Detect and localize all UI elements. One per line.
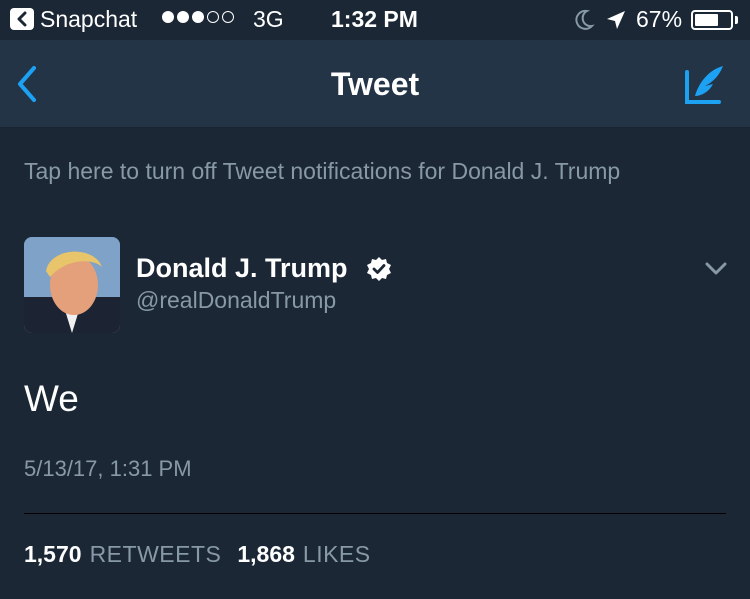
back-to-app-icon[interactable] <box>10 8 34 30</box>
author-handle[interactable]: @realDonaldTrump <box>136 287 336 314</box>
compose-tweet-icon <box>685 66 723 104</box>
likes-stat[interactable]: 1,868 LIKES <box>237 541 370 567</box>
navigation-bar: Tweet <box>0 40 750 128</box>
compose-tweet-button[interactable] <box>683 64 727 106</box>
chevron-down-icon[interactable] <box>705 262 727 281</box>
moon-icon <box>573 8 595 38</box>
author-name[interactable]: Donald J. Trump <box>136 253 348 284</box>
avatar[interactable] <box>24 237 120 333</box>
location-arrow-icon <box>605 9 627 37</box>
likes-count: 1,868 <box>237 541 295 567</box>
battery-icon <box>691 10 733 30</box>
page-title: Tweet <box>330 66 420 102</box>
retweets-label: RETWEETS <box>89 541 222 567</box>
tweet-stats: 1,570 RETWEETS 1,868 LIKES <box>24 541 371 568</box>
battery-level-fill <box>695 14 718 26</box>
back-app-label[interactable]: Snapchat <box>40 6 137 33</box>
battery-tip <box>735 16 738 24</box>
network-type: 3G <box>253 6 284 32</box>
status-time: 1:32 PM <box>331 6 418 32</box>
likes-label: LIKES <box>302 541 371 567</box>
divider <box>24 513 726 514</box>
verified-badge-icon <box>366 256 392 287</box>
tweet-timestamp: 5/13/17, 1:31 PM <box>24 456 192 481</box>
battery-percent: 67% <box>636 6 683 32</box>
tweet-text: We <box>24 378 79 419</box>
retweets-count: 1,570 <box>24 541 82 567</box>
notifications-toggle-banner[interactable]: Tap here to turn off Tweet notifications… <box>24 158 734 185</box>
retweets-stat[interactable]: 1,570 RETWEETS <box>24 541 221 567</box>
signal-strength-icon <box>162 11 234 23</box>
status-bar: Snapchat 3G 1:32 PM 67% <box>0 0 750 40</box>
